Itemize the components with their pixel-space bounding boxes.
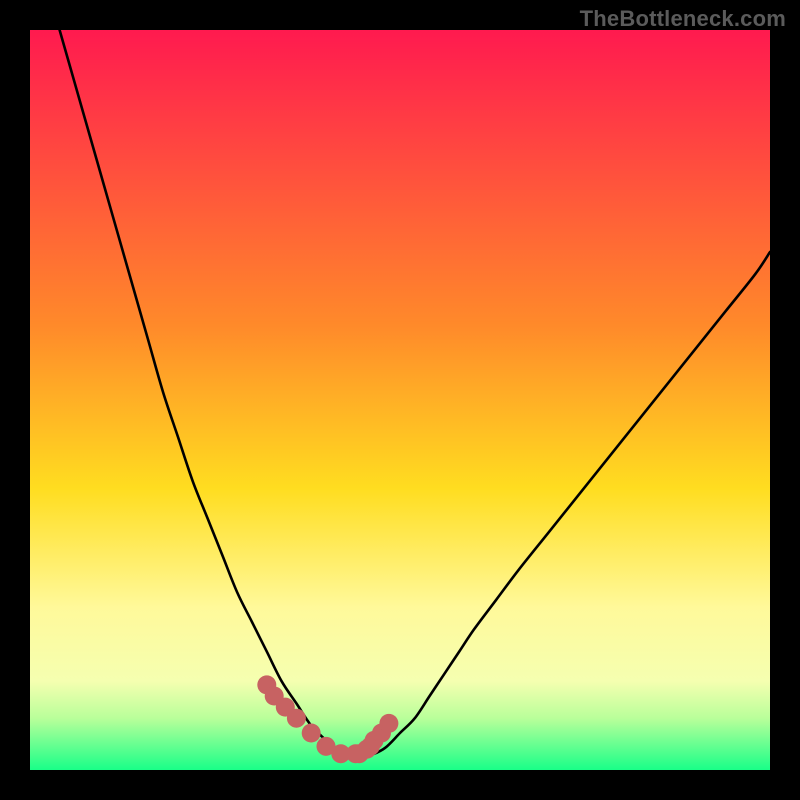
plot-area	[30, 30, 770, 770]
chart-frame: TheBottleneck.com	[0, 0, 800, 800]
optimal-marker	[379, 714, 398, 733]
optimal-marker	[302, 724, 321, 743]
optimal-marker	[287, 709, 306, 728]
watermark-text: TheBottleneck.com	[580, 6, 786, 32]
chart-svg	[30, 30, 770, 770]
gradient-background	[30, 30, 770, 770]
